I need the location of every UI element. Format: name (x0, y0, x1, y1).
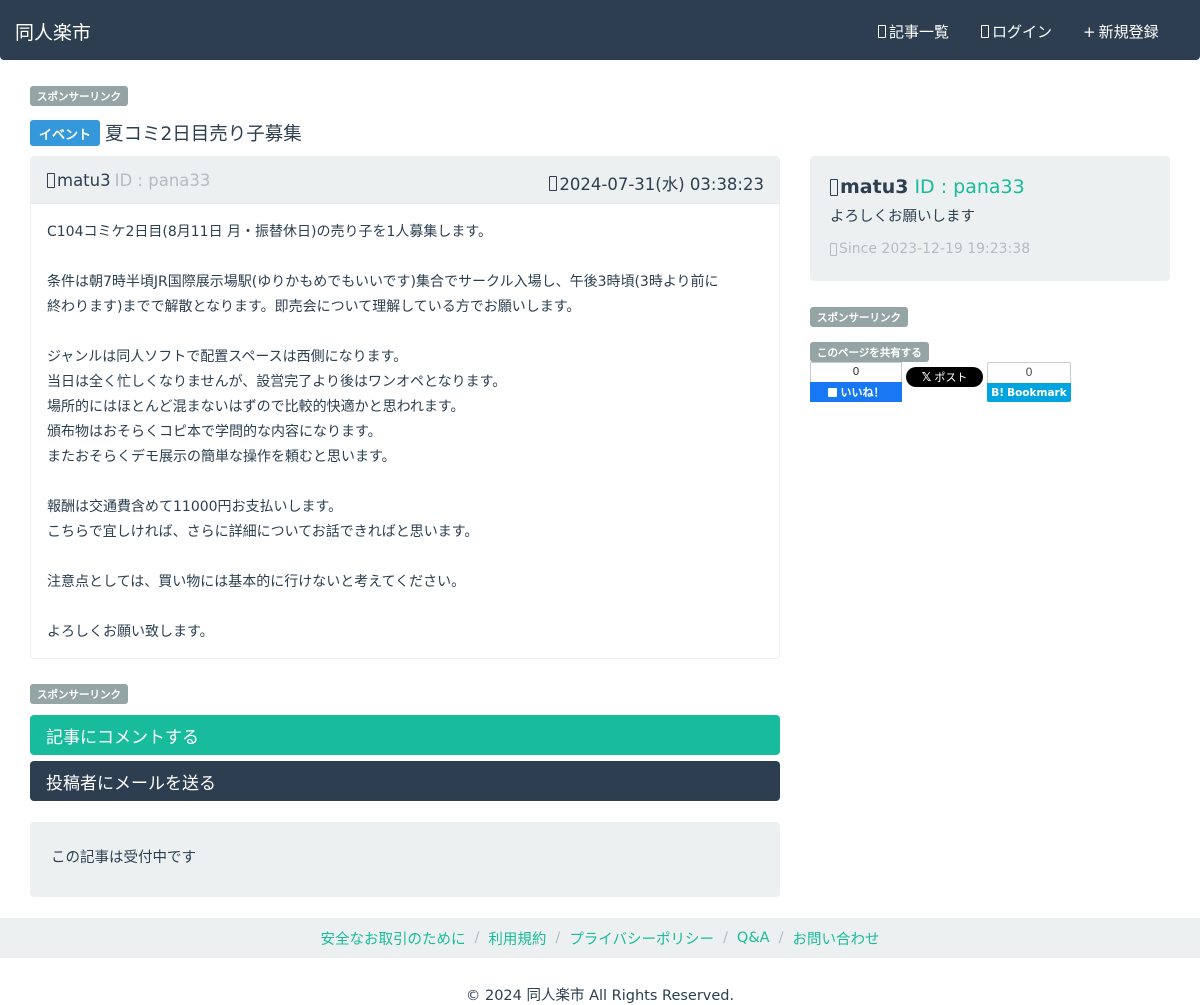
footer-link-contact[interactable]: お問い合わせ (792, 928, 879, 949)
post-panel-header: matu3 ID : pana33 2024-07-31(水) 03:38:23 (31, 157, 779, 204)
hatena-bookmark-widget[interactable]: 0 B! Bookmark (987, 362, 1071, 402)
footer-separator: / (555, 930, 561, 946)
post-body-line: 条件は朝7時半頃JR国際展示場駅(ゆりかもめでもいいです)集合でサークル入場し、… (47, 274, 719, 290)
profile-name: matu3 (840, 176, 909, 198)
post-panel: matu3 ID : pana33 2024-07-31(水) 03:38:23… (30, 156, 780, 659)
plus-icon: + (1083, 22, 1096, 41)
facebook-like-label: いいね！ (840, 386, 885, 399)
facebook-like-button[interactable]: いいね！ (810, 382, 902, 402)
sponsor-badge-top: スポンサーリンク (30, 86, 128, 106)
facebook-like-widget[interactable]: 0 いいね！ (810, 362, 902, 402)
calendar-icon (830, 242, 837, 256)
status-message: この記事は受付中です (30, 822, 780, 897)
brand-link[interactable]: 同人楽市 (15, 18, 91, 45)
hatena-bookmark-count: 0 (987, 362, 1071, 383)
post-author-name: matu3 (57, 171, 111, 190)
profile-bio: よろしくお願いします (830, 209, 975, 225)
post-body-line: 終わります)までで解散となります。即売会について理解している方でお願いします。 (47, 299, 581, 315)
footer-link-safety[interactable]: 安全なお取引のために (321, 928, 466, 949)
send-mail-button[interactable]: 投稿者にメールを送る (30, 761, 780, 801)
post-datetime-text: 2024-07-31(水) 03:38:23 (559, 175, 764, 194)
profile-id: ID : pana33 (914, 176, 1025, 198)
profile-since-text: Since 2023-12-19 19:23:38 (839, 241, 1031, 257)
footer-link-privacy[interactable]: プライバシーポリシー (569, 928, 714, 949)
nav-login-label: ログイン (992, 23, 1053, 41)
post-title-row: イベント 夏コミ2日目売り子募集 (30, 120, 302, 146)
post-body-line: 場所的にはほとんど混まないはずので比較的快適かと思われます。 (47, 399, 465, 415)
post-body-gap (47, 595, 763, 620)
nav-articles-label: 記事一覧 (889, 23, 950, 41)
post-body-gap (47, 245, 763, 270)
user-icon (830, 178, 838, 196)
footer-link-qa[interactable]: Q&A (737, 930, 770, 946)
sponsor-badge-sidebar: スポンサーリンク (810, 307, 908, 327)
profile-since: Since 2023-12-19 19:23:38 (830, 241, 1030, 257)
post-title: 夏コミ2日目売り子募集 (105, 124, 302, 145)
list-icon (878, 25, 886, 38)
post-body-line: 報酬は交通費含めて11000円お支払いします。 (47, 499, 343, 515)
nav-register-label: 新規登録 (1098, 23, 1159, 41)
footer-links: 安全なお取引のために / 利用規約 / プライバシーポリシー / Q&A / お… (0, 918, 1200, 958)
x-post-label: ポスト (934, 371, 968, 384)
profile-name-row[interactable]: matu3 ID : pana33 (830, 176, 1025, 198)
navbar: 同人楽市 記事一覧 ログイン + 新規登録 (0, 0, 1200, 60)
footer-separator: / (778, 930, 784, 946)
nav-articles-link[interactable]: 記事一覧 (878, 21, 949, 42)
post-body-line: またおそらくデモ展示の簡単な操作を頼むと思います。 (47, 449, 396, 465)
post-author[interactable]: matu3 ID : pana33 (47, 171, 210, 190)
author-profile-card: matu3 ID : pana33 よろしくお願いします Since 2023-… (810, 156, 1170, 281)
clock-icon (549, 175, 558, 191)
post-body-gap (47, 545, 763, 570)
user-icon (47, 173, 55, 188)
x-post-button[interactable]: 𝕏 ポスト (906, 367, 983, 387)
hatena-bookmark-label: Bookmark (1007, 386, 1067, 399)
login-icon (981, 25, 989, 38)
post-body-line: 当日は全く忙しくなりませんが、設営完了より後はワンオペとなります。 (47, 374, 507, 390)
post-body-line: よろしくお願い致します。 (47, 624, 214, 640)
share-label-badge: このページを共有する (810, 342, 929, 362)
hatena-bookmark-button[interactable]: B! Bookmark (987, 383, 1071, 402)
facebook-like-count: 0 (810, 362, 902, 382)
post-body-line: 注意点としては、買い物には基本的に行けないと考えてください。 (47, 574, 466, 590)
post-body-line: C104コミケ2日目(8月11日 月・振替休日)の売り子を1人募集します。 (47, 224, 493, 240)
comment-button[interactable]: 記事にコメントする (30, 715, 780, 755)
post-body-gap (47, 320, 763, 345)
nav-login-link[interactable]: ログイン (981, 21, 1052, 42)
nav-register-link[interactable]: + 新規登録 (1083, 21, 1159, 42)
post-body-line: こちらで宜しければ、さらに詳細についてお話できればと思います。 (47, 524, 479, 540)
footer-separator: / (474, 930, 480, 946)
copyright: © 2024 同人楽市 All Rights Reserved. (465, 988, 735, 1004)
footer-separator: / (723, 930, 728, 946)
hatena-b-icon: B! (991, 386, 1005, 399)
post-body: C104コミケ2日目(8月11日 月・振替休日)の売り子を1人募集します。条件は… (31, 204, 779, 661)
category-badge[interactable]: イベント (30, 120, 101, 146)
x-logo-icon: 𝕏 (921, 370, 932, 384)
post-author-id: ID : pana33 (114, 171, 211, 190)
sponsor-badge-bottom: スポンサーリンク (30, 684, 128, 704)
post-body-line: ジャンルは同人ソフトで配置スペースは西側になります。 (47, 349, 408, 365)
post-body-line: 頒布物はおそらくコピ本で学問的な内容になります。 (47, 424, 382, 440)
post-datetime: 2024-07-31(水) 03:38:23 (549, 171, 764, 195)
post-body-gap (47, 470, 763, 495)
thumbs-up-icon (827, 387, 837, 397)
footer-link-terms[interactable]: 利用規約 (488, 928, 546, 949)
